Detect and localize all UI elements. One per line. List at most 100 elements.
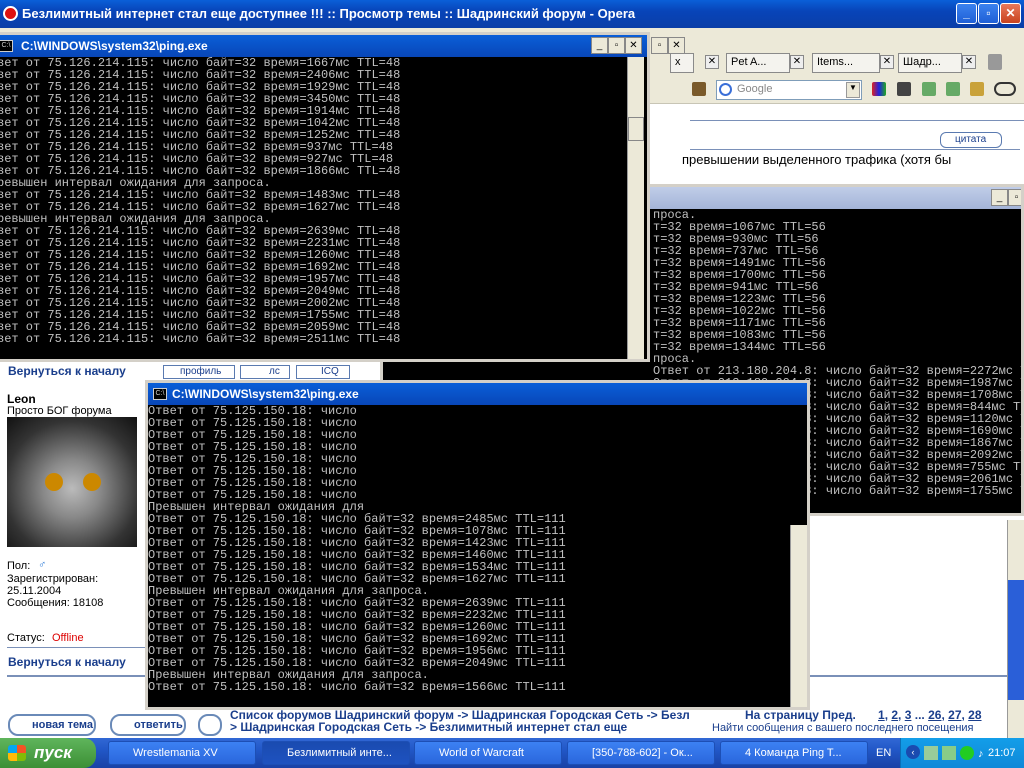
glasses-icon[interactable] bbox=[994, 82, 1016, 96]
avatar bbox=[7, 417, 137, 547]
inner-restore-button[interactable]: ▫ bbox=[651, 37, 668, 54]
taskbar-item-wrestlemania[interactable]: Wrestlemania XV bbox=[108, 741, 256, 765]
page-link[interactable]: 26 bbox=[928, 708, 941, 722]
print-icon[interactable] bbox=[198, 714, 222, 736]
pm-button[interactable]: лс bbox=[240, 365, 290, 379]
tray-network-icon[interactable] bbox=[924, 746, 938, 760]
male-icon: ♂ bbox=[38, 559, 47, 571]
tab-partial[interactable]: x bbox=[670, 53, 694, 73]
tray-computer-icon[interactable] bbox=[942, 746, 956, 760]
status-value: Offline bbox=[52, 632, 84, 644]
posts-count: Сообщения: 18108 bbox=[7, 597, 104, 609]
post-text: превышении выделенного трафика (хотя бы bbox=[682, 152, 952, 167]
tray-icq-icon[interactable] bbox=[960, 746, 974, 760]
ping-window-3-titlebar[interactable]: C:\WINDOWS\system32\ping.exe bbox=[148, 383, 807, 405]
search-dropdown-icon[interactable]: ▼ bbox=[846, 82, 860, 98]
clock: 21:07 bbox=[988, 747, 1016, 759]
google-search-input[interactable]: Google bbox=[716, 80, 862, 100]
find-posts-link[interactable]: Найти сообщения с вашего последнего посе… bbox=[712, 722, 974, 734]
pm-label: лс bbox=[269, 366, 280, 377]
ping-window-1-titlebar[interactable]: C:\WINDOWS\system32\ping.exe bbox=[0, 35, 647, 57]
cmd1-maximize-button[interactable]: ▫ bbox=[608, 37, 625, 54]
username[interactable]: Leon bbox=[7, 392, 36, 406]
cmd1-minimize-button[interactable]: _ bbox=[591, 37, 608, 54]
back-to-top-link-2[interactable]: Вернуться к началу bbox=[8, 655, 126, 669]
cmd1-scrollbar[interactable] bbox=[627, 57, 644, 359]
cmd1-close-button[interactable]: ✕ bbox=[625, 37, 642, 54]
ping-window-3[interactable]: C:\WINDOWS\system32\ping.exe C:\ Ответ о… bbox=[145, 380, 810, 710]
quote-button[interactable]: цитата bbox=[940, 132, 1002, 148]
taskbar-item-label: Безлимитный инте... bbox=[287, 747, 392, 759]
close-button[interactable]: ✕ bbox=[1000, 3, 1021, 24]
registered-date: 25.11.2004 bbox=[7, 585, 62, 597]
quote-label: цитата bbox=[955, 134, 987, 145]
new-topic-label: новая тема bbox=[32, 719, 94, 731]
taskbar-item-label: World of Warcraft bbox=[439, 747, 524, 759]
minimize-button[interactable]: _ bbox=[956, 3, 977, 24]
reply-button[interactable]: ответить bbox=[110, 714, 186, 736]
page-link[interactable]: 1 bbox=[878, 708, 885, 722]
icq-label: ICQ bbox=[321, 366, 339, 377]
taskbar-item-wow[interactable]: World of Warcraft bbox=[414, 741, 562, 765]
page-scrollbar[interactable] bbox=[1007, 520, 1024, 738]
pagination: 1, 2, 3 ... 26, 27, 28 bbox=[878, 708, 982, 722]
tab-items[interactable]: Items... bbox=[812, 53, 880, 73]
tab-close-icon[interactable]: ✕ bbox=[962, 55, 976, 69]
tray-arrow-icon[interactable]: ‹ bbox=[906, 745, 920, 759]
gender-label: Пол: bbox=[7, 560, 31, 572]
taskbar-item-icq[interactable]: [350-788-602] - Ок... bbox=[567, 741, 715, 765]
tab-pet[interactable]: Pet A... bbox=[726, 53, 790, 73]
breadcrumb-line2[interactable]: > Шадринская Городская Сеть -> Безлимитн… bbox=[230, 720, 627, 734]
scroll-thumb[interactable] bbox=[1008, 580, 1024, 700]
divider bbox=[690, 149, 1020, 150]
reply-label: ответить bbox=[134, 719, 183, 731]
taskbar-item-label: Wrestlemania XV bbox=[133, 747, 218, 759]
pages-label: На страницу Пред. bbox=[745, 708, 856, 722]
tab-close-icon[interactable]: ✕ bbox=[880, 55, 894, 69]
cat-eye-left bbox=[45, 473, 63, 491]
tab-close-icon[interactable]: ✕ bbox=[790, 55, 804, 69]
start-label: пуск bbox=[34, 743, 72, 762]
tab-shadr[interactable]: Шадр... bbox=[898, 53, 962, 73]
ping-output-1: вет от 75.126.214.115: число байт=32 вре… bbox=[0, 57, 647, 353]
cmd1-scroll-thumb[interactable] bbox=[628, 117, 644, 141]
ping-window-1[interactable]: C:\WINDOWS\system32\ping.exe C:\ _ ▫ ✕ в… bbox=[0, 32, 650, 362]
restore-button[interactable]: ▫ bbox=[978, 3, 999, 24]
windows-logo-icon bbox=[8, 745, 26, 761]
note-icon[interactable] bbox=[970, 82, 984, 96]
cmd1-title-text: C:\WINDOWS\system32\ping.exe bbox=[21, 39, 208, 53]
taskbar-item-opera[interactable]: Безлимитный инте... bbox=[262, 741, 410, 765]
page-link[interactable]: 27 bbox=[948, 708, 961, 722]
page-icon[interactable] bbox=[922, 82, 936, 96]
divider bbox=[7, 647, 147, 648]
page-link[interactable]: 2 bbox=[891, 708, 898, 722]
page-ellipsis: ... bbox=[914, 708, 925, 722]
inner-close-button[interactable]: ✕ bbox=[668, 37, 685, 54]
page2-icon[interactable] bbox=[946, 82, 960, 96]
profile-button[interactable]: профиль bbox=[163, 365, 235, 379]
icq-button[interactable]: ICQ bbox=[296, 365, 350, 379]
language-indicator[interactable]: EN bbox=[876, 747, 891, 759]
taskbar-item-ping[interactable]: 4 Команда Ping T... bbox=[720, 741, 868, 765]
color-icon[interactable] bbox=[872, 82, 886, 96]
opera-logo-icon bbox=[3, 6, 18, 21]
registered-label: Зарегистрирован: bbox=[7, 573, 99, 585]
tab-label: Pet A... bbox=[731, 56, 767, 68]
page-link[interactable]: 28 bbox=[968, 708, 981, 722]
console-line: Ответ от 75.125.150.18: число байт=32 вр… bbox=[148, 680, 566, 694]
wand-icon[interactable] bbox=[692, 82, 706, 96]
profile-label: профиль bbox=[180, 366, 222, 377]
page-link[interactable]: 3 bbox=[905, 708, 912, 722]
status-label: Статус: bbox=[7, 632, 45, 644]
tray-volume-icon[interactable]: ♪ bbox=[978, 748, 984, 760]
search-placeholder: Google bbox=[737, 83, 773, 95]
cmd2-maximize-button[interactable]: ▫ bbox=[1008, 189, 1021, 206]
new-topic-button[interactable]: новая тема bbox=[8, 714, 96, 736]
kt-icon[interactable] bbox=[897, 82, 911, 96]
trash-icon[interactable] bbox=[988, 54, 1002, 70]
tab-close-icon[interactable]: ✕ bbox=[705, 55, 719, 69]
cmd3-scrollbar[interactable] bbox=[790, 525, 807, 707]
console-line: вет от 75.126.214.115: число байт=32 вре… bbox=[0, 332, 401, 346]
back-to-top-link[interactable]: Вернуться к началу bbox=[8, 364, 126, 378]
cmd2-minimize-button[interactable]: _ bbox=[991, 189, 1008, 206]
